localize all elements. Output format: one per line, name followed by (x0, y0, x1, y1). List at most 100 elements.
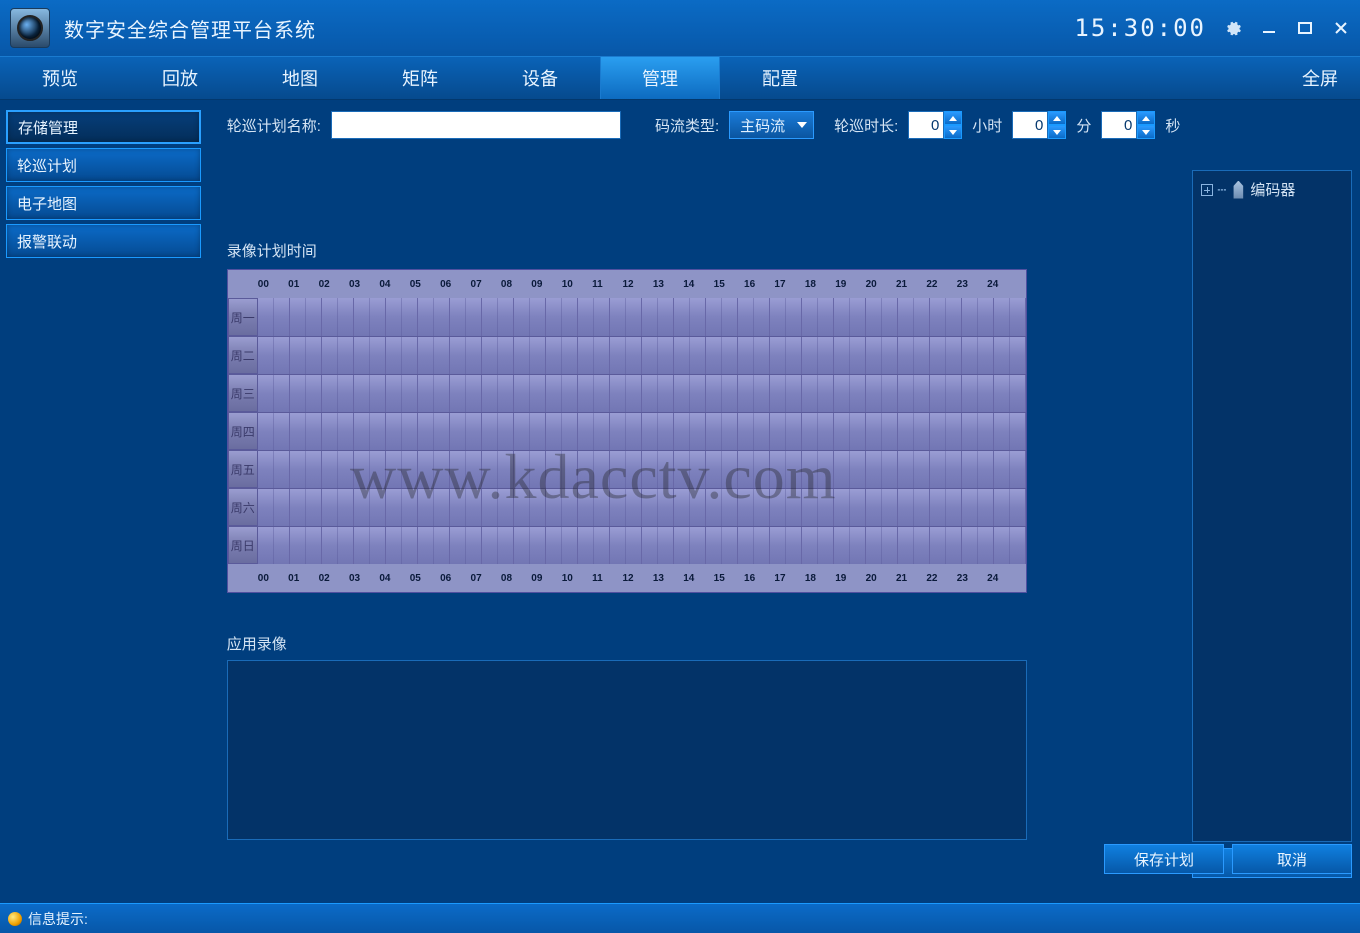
schedule-cell[interactable] (578, 413, 610, 450)
schedule-cell[interactable] (354, 337, 386, 374)
schedule-cell[interactable] (610, 375, 642, 412)
schedule-cell[interactable] (290, 413, 322, 450)
schedule-cell[interactable] (290, 298, 322, 336)
schedule-cell[interactable] (642, 527, 674, 564)
schedule-cell[interactable] (674, 413, 706, 450)
schedule-cell[interactable] (770, 413, 802, 450)
schedule-row[interactable] (258, 526, 1026, 564)
device-tree[interactable]: ┄ 编码器 (1192, 170, 1352, 842)
schedule-cell[interactable] (738, 375, 770, 412)
schedule-cell[interactable] (482, 337, 514, 374)
save-plan-button[interactable]: 保存计划 (1104, 844, 1224, 874)
schedule-cell[interactable] (898, 413, 930, 450)
schedule-cell[interactable] (738, 451, 770, 488)
schedule-cell[interactable] (258, 527, 290, 564)
schedule-cell[interactable] (610, 527, 642, 564)
schedule-cell[interactable] (418, 298, 450, 336)
schedule-cell[interactable] (898, 375, 930, 412)
schedule-cell[interactable] (674, 337, 706, 374)
schedule-cell[interactable] (898, 337, 930, 374)
plan-name-input[interactable] (331, 111, 621, 139)
maximize-button[interactable] (1296, 19, 1314, 37)
schedule-cell[interactable] (802, 413, 834, 450)
schedule-cell[interactable] (770, 489, 802, 526)
schedule-cell[interactable] (642, 375, 674, 412)
schedule-cell[interactable] (482, 527, 514, 564)
sidebar-item-emap[interactable]: 电子地图 (6, 186, 201, 220)
schedule-cell[interactable] (642, 337, 674, 374)
schedule-cell[interactable] (546, 337, 578, 374)
schedule-cell[interactable] (546, 375, 578, 412)
minutes-input[interactable] (1012, 111, 1048, 139)
tree-node-encoder[interactable]: ┄ 编码器 (1201, 179, 1343, 200)
schedule-cell[interactable] (610, 451, 642, 488)
schedule-cell[interactable] (354, 375, 386, 412)
schedule-cell[interactable] (546, 413, 578, 450)
schedule-cell[interactable] (386, 451, 418, 488)
schedule-cell[interactable] (994, 451, 1026, 488)
schedule-cell[interactable] (706, 298, 738, 336)
schedule-cell[interactable] (322, 337, 354, 374)
schedule-cell[interactable] (546, 527, 578, 564)
hours-input[interactable] (908, 111, 944, 139)
schedule-cell[interactable] (578, 375, 610, 412)
schedule-row[interactable] (258, 488, 1026, 526)
schedule-cell[interactable] (930, 451, 962, 488)
schedule-cell[interactable] (482, 298, 514, 336)
schedule-cell[interactable] (610, 337, 642, 374)
schedule-cell[interactable] (994, 337, 1026, 374)
schedule-cell[interactable] (354, 489, 386, 526)
schedule-cell[interactable] (770, 375, 802, 412)
close-button[interactable] (1332, 19, 1350, 37)
schedule-cell[interactable] (802, 375, 834, 412)
schedule-cell[interactable] (802, 451, 834, 488)
nav-manage[interactable]: 管理 (600, 57, 720, 99)
schedule-cell[interactable] (258, 489, 290, 526)
minutes-up[interactable] (1048, 111, 1066, 125)
schedule-cell[interactable] (706, 527, 738, 564)
schedule-cell[interactable] (770, 298, 802, 336)
schedule-cell[interactable] (930, 298, 962, 336)
schedule-cell[interactable] (706, 451, 738, 488)
schedule-cell[interactable] (322, 451, 354, 488)
schedule-cell[interactable] (578, 337, 610, 374)
schedule-cell[interactable] (482, 451, 514, 488)
schedule-cell[interactable] (770, 527, 802, 564)
schedule-cell[interactable] (738, 298, 770, 336)
schedule-cell[interactable] (866, 527, 898, 564)
schedule-cell[interactable] (994, 375, 1026, 412)
schedule-cell[interactable] (802, 298, 834, 336)
seconds-up[interactable] (1137, 111, 1155, 125)
schedule-cell[interactable] (994, 527, 1026, 564)
minimize-button[interactable] (1260, 19, 1278, 37)
schedule-cell[interactable] (610, 489, 642, 526)
schedule-cell[interactable] (514, 489, 546, 526)
schedule-cell[interactable] (898, 451, 930, 488)
schedule-cell[interactable] (962, 337, 994, 374)
schedule-cell[interactable] (642, 413, 674, 450)
schedule-cell[interactable] (290, 451, 322, 488)
schedule-cell[interactable] (994, 413, 1026, 450)
schedule-cell[interactable] (354, 298, 386, 336)
schedule-cell[interactable] (834, 451, 866, 488)
schedule-cell[interactable] (770, 337, 802, 374)
schedule-cell[interactable] (994, 298, 1026, 336)
schedule-cell[interactable] (322, 298, 354, 336)
schedule-cell[interactable] (578, 298, 610, 336)
schedule-cell[interactable] (962, 451, 994, 488)
schedule-cell[interactable] (386, 489, 418, 526)
schedule-cell[interactable] (930, 337, 962, 374)
schedule-cell[interactable] (930, 375, 962, 412)
schedule-cell[interactable] (514, 413, 546, 450)
schedule-cell[interactable] (802, 527, 834, 564)
sidebar-item-storage[interactable]: 存储管理 (6, 110, 201, 144)
schedule-cell[interactable] (546, 298, 578, 336)
schedule-cell[interactable] (866, 489, 898, 526)
schedule-cell[interactable] (866, 451, 898, 488)
schedule-cell[interactable] (770, 451, 802, 488)
schedule-cell[interactable] (962, 298, 994, 336)
schedule-cell[interactable] (514, 527, 546, 564)
schedule-cell[interactable] (546, 451, 578, 488)
schedule-cell[interactable] (674, 489, 706, 526)
schedule-cell[interactable] (898, 298, 930, 336)
